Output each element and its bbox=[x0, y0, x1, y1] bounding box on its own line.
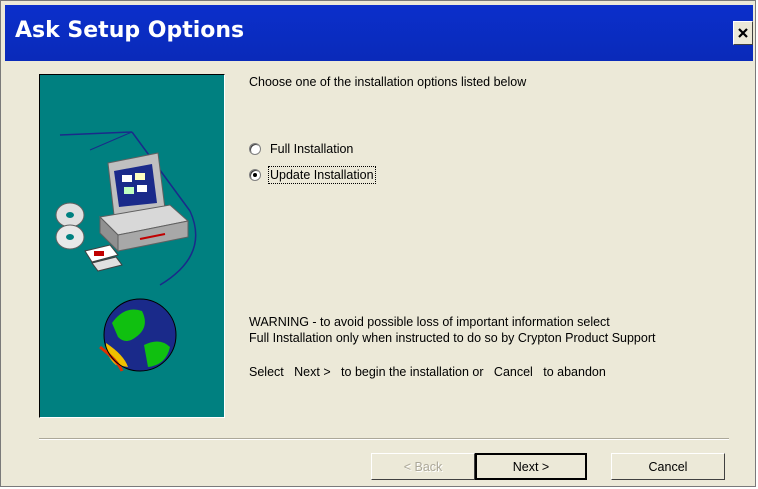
radio-update-installation[interactable] bbox=[249, 169, 261, 181]
update-installation-label[interactable]: Update Installation bbox=[268, 166, 376, 184]
computer-globe-image bbox=[55, 131, 197, 372]
radio-selected-dot bbox=[253, 173, 257, 177]
radio-full-installation[interactable] bbox=[249, 143, 261, 155]
warning-line-1: WARNING - to avoid possible loss of impo… bbox=[249, 315, 610, 329]
close-icon bbox=[738, 28, 748, 38]
next-button[interactable]: Next > bbox=[475, 453, 587, 480]
setup-dialog: Ask Setup Options Choose one of the inst… bbox=[0, 0, 756, 487]
button-separator bbox=[39, 438, 729, 440]
option-full-installation[interactable]: Full Installation bbox=[249, 142, 353, 156]
full-installation-label[interactable]: Full Installation bbox=[270, 142, 353, 156]
title-bar[interactable]: Ask Setup Options bbox=[5, 5, 753, 61]
dialog-title: Ask Setup Options bbox=[15, 18, 245, 43]
close-button[interactable] bbox=[733, 21, 753, 45]
back-button[interactable]: < Back bbox=[371, 453, 475, 480]
warning-line-2: Full Installation only when instructed t… bbox=[249, 331, 656, 345]
instruction-text: Choose one of the installation options l… bbox=[249, 75, 527, 89]
cancel-button[interactable]: Cancel bbox=[611, 453, 725, 480]
option-update-installation[interactable]: Update Installation bbox=[249, 166, 376, 184]
setup-illustration bbox=[39, 74, 225, 418]
select-hint-text: Select Next > to begin the installation … bbox=[249, 365, 606, 379]
